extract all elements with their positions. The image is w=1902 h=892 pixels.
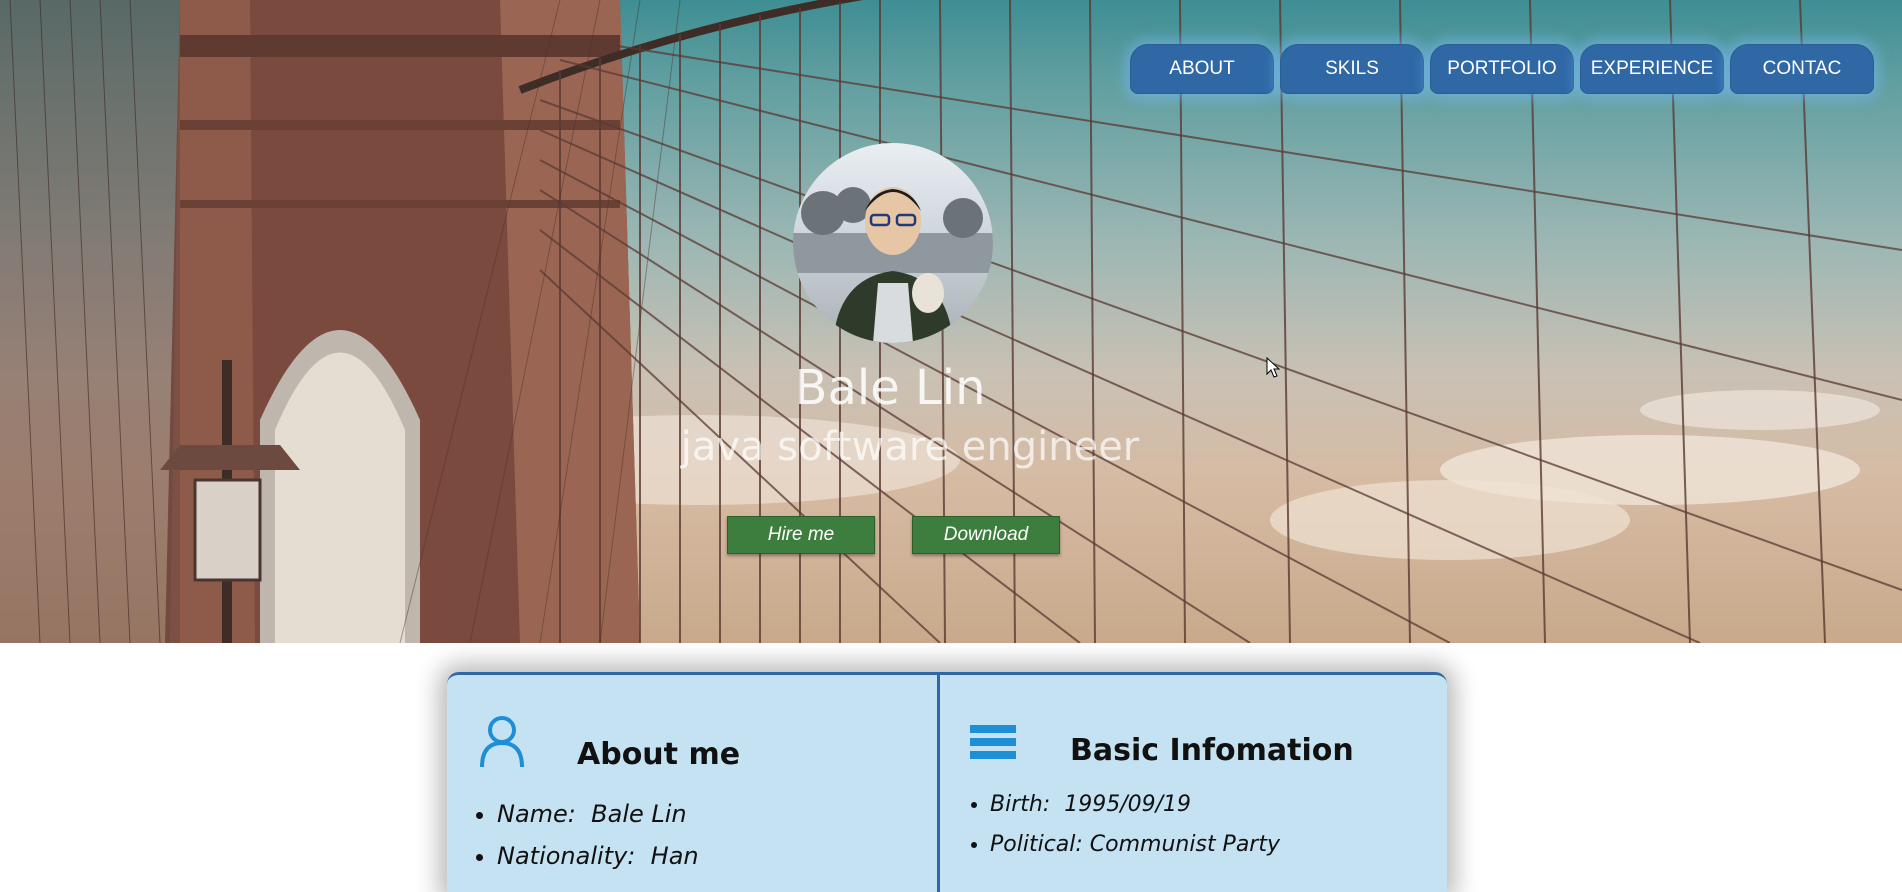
- nav-item-contact[interactable]: CONTAC: [1730, 44, 1874, 94]
- profile-photo: [793, 187, 993, 343]
- hire-me-button[interactable]: Hire me: [727, 516, 875, 554]
- basic-info-list: Birth: 1995/09/19 Political: Communist P…: [960, 785, 1440, 865]
- basic-info-heading: Basic Infomation: [1070, 733, 1354, 768]
- nav-item-about[interactable]: ABOUT: [1130, 44, 1274, 94]
- avatar: [793, 143, 993, 343]
- list-item: Birth: 1995/09/19: [990, 785, 1440, 825]
- profile-title: java software engineer: [680, 424, 1140, 470]
- about-heading: About me: [577, 737, 741, 772]
- nav-item-experience[interactable]: EXPERIENCE: [1580, 44, 1724, 94]
- mouse-pointer-icon: [1266, 357, 1280, 378]
- profile-name: Bale Lin: [794, 360, 986, 416]
- list-item: Nationality: Han: [497, 835, 927, 877]
- info-card: About me Name: Bale Lin Nationality: Han…: [447, 672, 1447, 892]
- list-item: Political: Communist Party: [990, 825, 1440, 865]
- hero-section: ABOUT SKILS PORTFOLIO EXPERIENCE CONTAC …: [0, 0, 1902, 643]
- card-divider: [937, 675, 940, 892]
- about-list: Name: Bale Lin Nationality: Han: [467, 793, 927, 877]
- download-button[interactable]: Download: [912, 516, 1060, 554]
- user-icon: [480, 716, 524, 767]
- main-nav: ABOUT SKILS PORTFOLIO EXPERIENCE CONTAC: [1130, 44, 1874, 94]
- list-icon: [970, 725, 1016, 759]
- nav-item-portfolio[interactable]: PORTFOLIO: [1430, 44, 1574, 94]
- nav-item-skills[interactable]: SKILS: [1280, 44, 1424, 94]
- list-item: Name: Bale Lin: [497, 793, 927, 835]
